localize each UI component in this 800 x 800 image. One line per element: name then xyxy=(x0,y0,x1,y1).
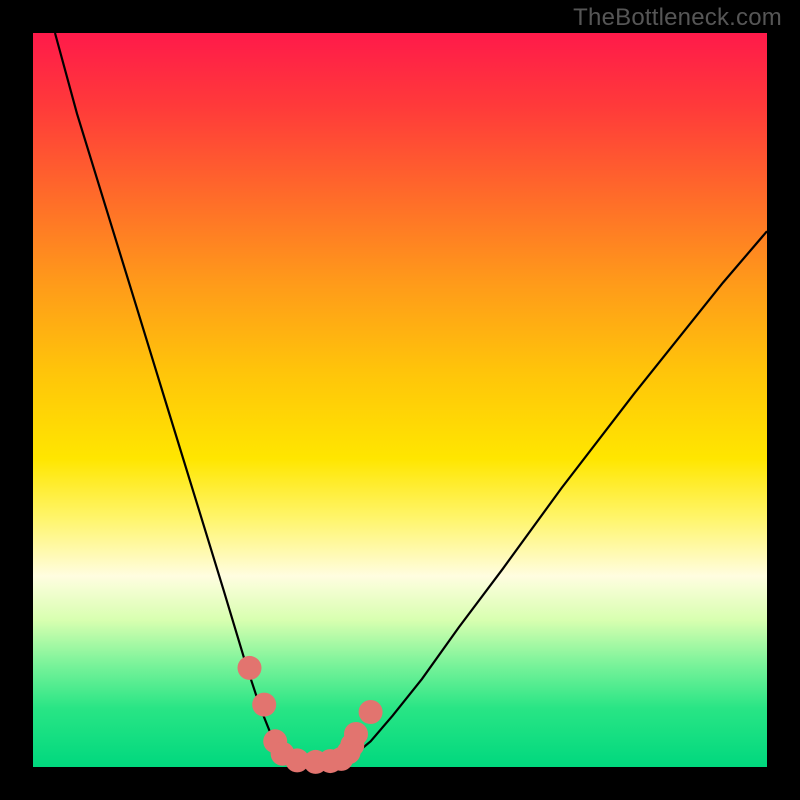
highlight-dot xyxy=(252,693,276,717)
highlight-dot xyxy=(238,656,262,680)
chart-svg xyxy=(33,33,767,767)
highlight-dot xyxy=(344,722,368,746)
watermark-text: TheBottleneck.com xyxy=(573,4,782,32)
plot-area xyxy=(33,33,767,767)
highlight-dot xyxy=(359,700,383,724)
bottleneck-curve xyxy=(55,33,767,763)
chart-frame: TheBottleneck.com xyxy=(0,0,800,800)
highlight-dots xyxy=(238,656,383,774)
